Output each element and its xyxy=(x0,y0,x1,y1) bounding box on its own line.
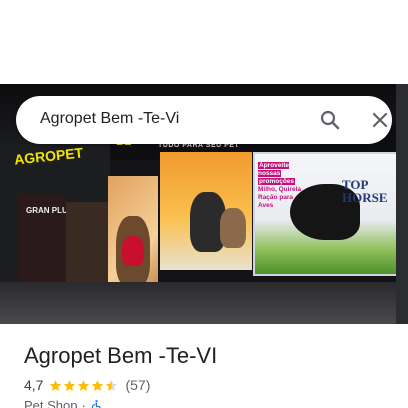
place-title: Agropet Bem -Te-VI xyxy=(24,343,218,368)
star-rating xyxy=(49,379,119,392)
review-count[interactable]: (57) xyxy=(125,377,150,393)
category-row: Pet Shop · xyxy=(24,398,103,408)
sidewalk xyxy=(0,282,408,324)
star-icon xyxy=(78,379,90,391)
pillar xyxy=(396,84,408,324)
star-half-icon xyxy=(106,379,118,391)
close-icon[interactable] xyxy=(368,108,392,132)
star-icon xyxy=(50,379,62,391)
wheelchair-accessible-icon xyxy=(91,400,101,408)
window-panel-puppies xyxy=(160,152,252,270)
search-bar[interactable]: Agropet Bem -Te-Vi xyxy=(16,96,392,144)
search-input[interactable]: Agropet Bem -Te-Vi xyxy=(40,110,179,128)
rating-value: 4,7 xyxy=(24,377,44,393)
place-category: Pet Shop xyxy=(24,398,78,408)
separator: · xyxy=(81,398,86,408)
promo-text: Aproveite nossas promoções Milho, Quirel… xyxy=(258,162,301,209)
search-icon[interactable] xyxy=(318,108,342,132)
star-icon xyxy=(92,379,104,391)
rating-row[interactable]: 4,7 (57) xyxy=(24,376,150,394)
star-icon xyxy=(64,379,76,391)
window-panel-dark xyxy=(66,202,108,294)
